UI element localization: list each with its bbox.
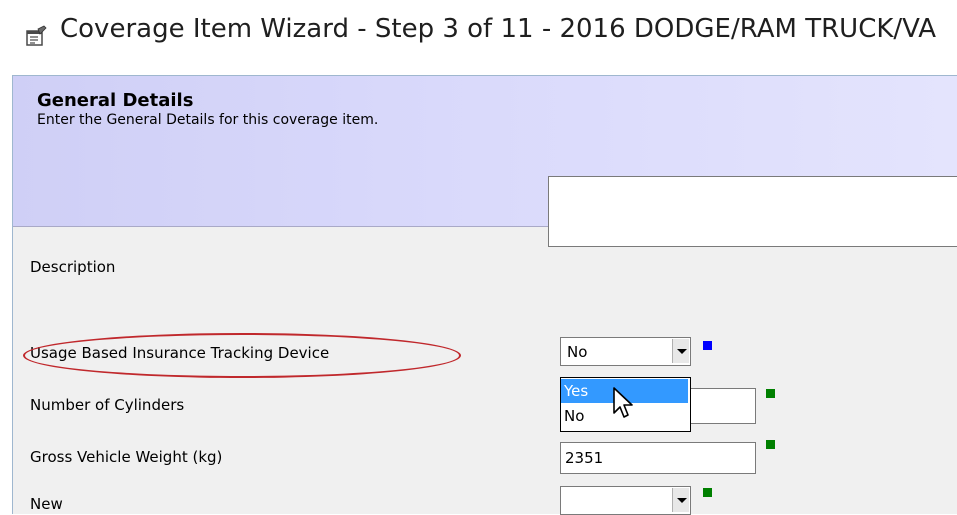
new-select[interactable]: [560, 486, 691, 515]
new-label: New: [30, 495, 63, 513]
title-bar[interactable]: Coverage Item Wizard - Step 3 of 11 - 20…: [12, 0, 957, 75]
status-indicator-green: [766, 440, 775, 449]
properties-icon: [25, 25, 47, 47]
description-label: Description: [30, 258, 116, 276]
status-indicator-green: [703, 488, 712, 497]
step-title: General Details: [37, 90, 194, 111]
chevron-down-icon[interactable]: [672, 488, 689, 512]
description-field[interactable]: [548, 176, 957, 247]
cylinders-label: Number of Cylinders: [30, 396, 185, 414]
gvw-field[interactable]: 2351: [560, 442, 756, 474]
arrow-cursor-icon: [612, 386, 638, 422]
window-left-edge: [0, 0, 12, 513]
required-indicator-blue: [703, 341, 712, 350]
status-indicator-green: [766, 389, 775, 398]
gvw-label: Gross Vehicle Weight (kg): [30, 448, 223, 466]
coverage-item-wizard-window: Coverage Item Wizard - Step 3 of 11 - 20…: [0, 0, 957, 515]
chevron-down-icon[interactable]: [672, 339, 689, 363]
window-title: Coverage Item Wizard - Step 3 of 11 - 20…: [60, 14, 937, 44]
ubi-tracking-value: No: [567, 343, 588, 361]
highlight-ellipse: [23, 333, 461, 378]
ubi-tracking-select[interactable]: No: [560, 337, 691, 366]
step-subtitle: Enter the General Details for this cover…: [37, 112, 379, 128]
